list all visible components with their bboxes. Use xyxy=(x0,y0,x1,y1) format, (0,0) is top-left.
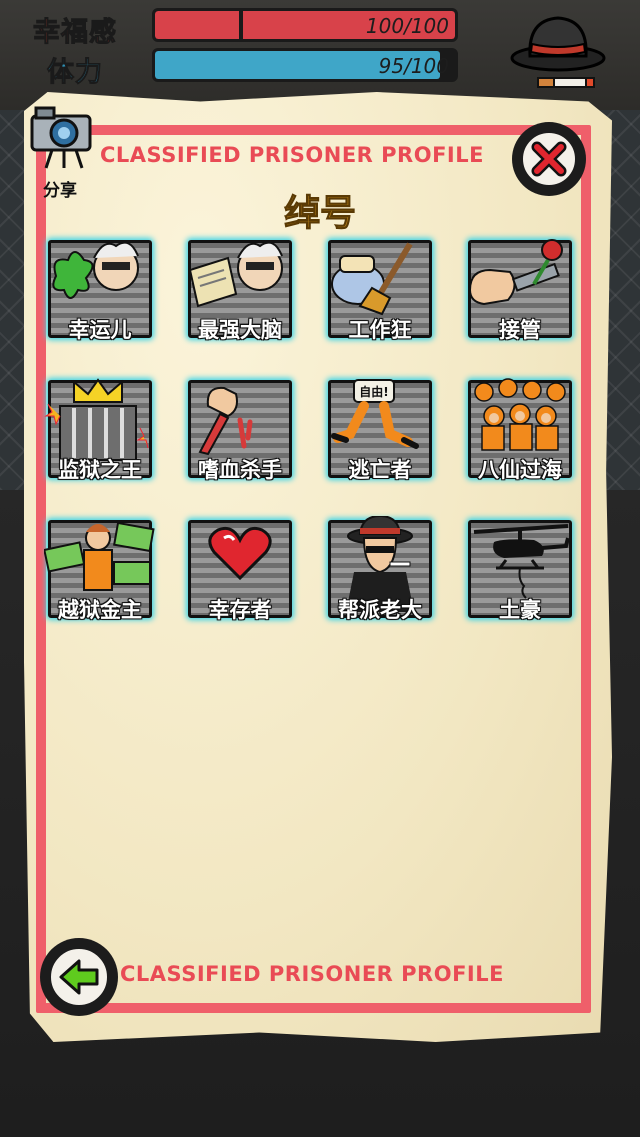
profile-title: CLASSIFIED PRISONER PROFILE xyxy=(100,143,484,167)
cigarette-icon xyxy=(537,77,595,88)
achievement-tile[interactable]: 最强大脑 xyxy=(184,236,296,343)
achievement-tile[interactable]: 工作狂 xyxy=(324,236,436,343)
stamina-value: 95/100 xyxy=(378,54,449,78)
happiness-bar: 100/100 xyxy=(152,8,458,42)
share-camera-button[interactable] xyxy=(26,98,96,170)
achievement-label: 越狱金主 xyxy=(57,597,142,622)
achievement-label: 逃亡者 xyxy=(348,457,412,482)
stamina-stat: 体力 95/100 xyxy=(0,48,500,89)
achievement-label: 幸存者 xyxy=(208,597,272,622)
happiness-value: 100/100 xyxy=(365,14,449,38)
achievement-tile[interactable]: 八仙过海 xyxy=(464,376,576,483)
achievement-label: 幸运儿 xyxy=(68,317,132,342)
happiness-label: 幸福感 xyxy=(33,17,117,49)
achievement-label: 工作狂 xyxy=(348,317,412,342)
achievement-tile[interactable]: 越狱金主 xyxy=(44,516,156,623)
achievement-tile[interactable]: 嗜血杀手 xyxy=(184,376,296,483)
achievement-tile[interactable]: 幸存者 xyxy=(184,516,296,623)
achievement-tile[interactable]: 接管 xyxy=(464,236,576,343)
achievement-tile[interactable]: 自由! 逃亡者 xyxy=(324,376,436,483)
footer-title: CLASSIFIED PRISONER PROFILE xyxy=(120,962,504,986)
close-icon xyxy=(520,130,578,188)
achievement-label: 八仙过海 xyxy=(477,457,562,482)
achievement-label: 土豪 xyxy=(498,597,541,622)
achievement-label: 接管 xyxy=(498,317,541,342)
achievement-tile[interactable]: 帮派老大 xyxy=(324,516,436,623)
stamina-label: 体力 xyxy=(47,57,103,89)
achievement-label: 最强大脑 xyxy=(197,317,282,342)
bar-divider xyxy=(239,11,243,39)
fedora-hat-icon xyxy=(510,16,606,72)
back-button[interactable] xyxy=(40,938,118,1016)
achievement-tile[interactable]: 幸运儿 xyxy=(44,236,156,343)
achievement-tile[interactable]: 监狱之王 xyxy=(44,376,156,483)
section-title: 绰号 xyxy=(283,193,356,235)
back-arrow-icon xyxy=(48,946,110,1008)
happiness-stat: 幸福感 100/100 xyxy=(0,8,500,49)
achievement-label: 嗜血杀手 xyxy=(197,457,282,482)
achievement-tile[interactable]: 土豪 xyxy=(464,516,576,623)
achievement-label: 帮派老大 xyxy=(337,597,422,622)
achievement-label: 监狱之王 xyxy=(57,457,142,482)
stamina-bar: 95/100 xyxy=(152,48,458,82)
svg-text:自由!: 自由! xyxy=(359,384,388,399)
